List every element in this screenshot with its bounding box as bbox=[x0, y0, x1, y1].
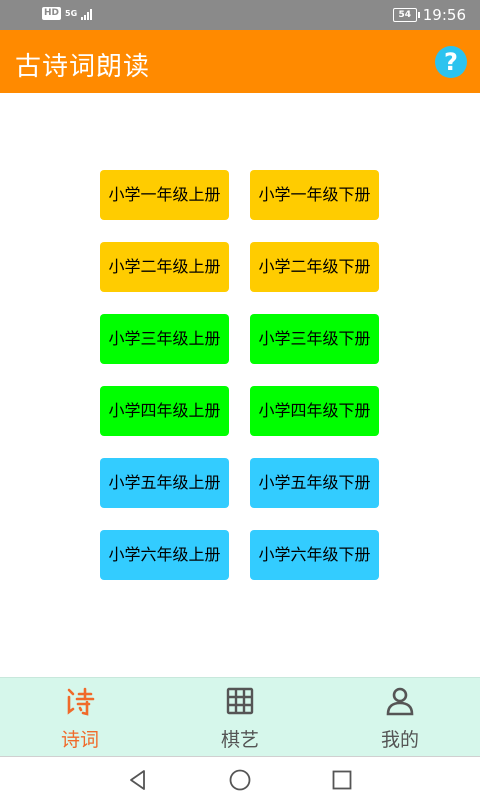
grade-button-1-up[interactable]: 小学一年级上册 bbox=[100, 170, 229, 220]
grade-button-4-up[interactable]: 小学四年级上册 bbox=[100, 386, 229, 436]
grade-button-3-down[interactable]: 小学三年级下册 bbox=[250, 314, 379, 364]
poem-icon bbox=[67, 687, 95, 716]
grade-button-6-down[interactable]: 小学六年级下册 bbox=[250, 530, 379, 580]
status-left: HD 5G bbox=[42, 7, 93, 20]
grade-button-3-up[interactable]: 小学三年级上册 bbox=[100, 314, 229, 364]
grade-button-6-up[interactable]: 小学六年级上册 bbox=[100, 530, 229, 580]
grade-button-1-down[interactable]: 小学一年级下册 bbox=[250, 170, 379, 220]
grade-button-5-up[interactable]: 小学五年级上册 bbox=[100, 458, 229, 508]
recents-icon[interactable] bbox=[330, 768, 354, 792]
help-button[interactable]: ? bbox=[435, 46, 467, 78]
nav-item-poems[interactable]: 诗词 bbox=[0, 678, 160, 756]
system-nav-bar bbox=[0, 756, 480, 801]
chess-grid-icon bbox=[226, 687, 254, 715]
status-bar: HD 5G 54 19:56 bbox=[0, 0, 480, 30]
person-icon bbox=[386, 687, 414, 716]
grade-button-4-down[interactable]: 小学四年级下册 bbox=[250, 386, 379, 436]
nav-item-chess[interactable]: 棋艺 bbox=[160, 678, 320, 756]
page-title: 古诗词朗读 bbox=[15, 52, 151, 82]
nav-item-mine[interactable]: 我的 bbox=[320, 678, 480, 756]
grade-button-5-down[interactable]: 小学五年级下册 bbox=[250, 458, 379, 508]
grade-button-2-up[interactable]: 小学二年级上册 bbox=[100, 242, 229, 292]
bottom-nav: 诗词 棋艺 我的 bbox=[0, 677, 480, 756]
grade-button-2-down[interactable]: 小学二年级下册 bbox=[250, 242, 379, 292]
nav-label-mine: 我的 bbox=[380, 729, 419, 751]
home-icon[interactable] bbox=[228, 768, 252, 792]
nav-label-chess: 棋艺 bbox=[220, 729, 259, 751]
status-right: 54 19:56 bbox=[392, 6, 466, 24]
hd-badge: HD bbox=[42, 7, 62, 20]
battery-icon: 54 bbox=[392, 8, 420, 22]
back-icon[interactable] bbox=[126, 768, 150, 792]
clock: 19:56 bbox=[422, 6, 466, 24]
app-bar: 古诗词朗读 ? bbox=[0, 30, 480, 93]
network-type: 5G bbox=[65, 8, 78, 18]
nav-label-poems: 诗词 bbox=[60, 729, 99, 751]
signal-icon bbox=[81, 8, 93, 20]
